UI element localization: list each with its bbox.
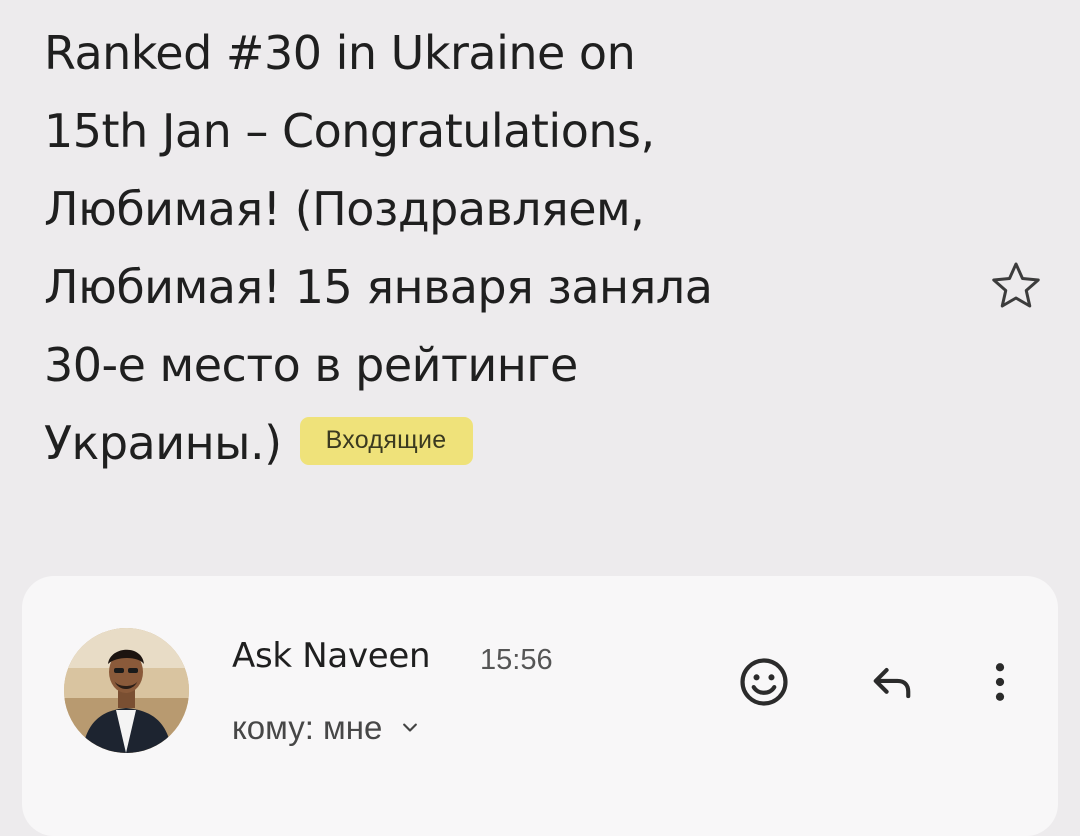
subject-line: Любимая! 15 января заняла [44, 260, 713, 314]
inbox-label-chip[interactable]: Входящие [299, 416, 473, 465]
more-vert-icon [995, 663, 1005, 701]
subject-line: 15th Jan – Congratulations, [44, 104, 655, 158]
more-options-button[interactable] [968, 650, 1032, 714]
subject-line: 30-е место в рейтинге [44, 338, 578, 392]
add-reaction-icon [740, 658, 788, 706]
email-subject: Ranked #30 in Ukraine on 15th Jan – Cong… [44, 14, 944, 482]
sender-name[interactable]: Ask Naveen [232, 634, 431, 678]
reply-button[interactable] [860, 650, 924, 714]
star-outline-icon[interactable] [986, 256, 1046, 316]
recipient-toggle[interactable]: кому: мне [232, 706, 420, 750]
subject-line: Ranked #30 in Ukraine on [44, 26, 636, 80]
add-reaction-button[interactable] [732, 650, 796, 714]
message-time: 15:56 [480, 644, 553, 676]
subject-last-line: Украины.) Входящие [44, 404, 944, 482]
recipient-text: кому: мне [232, 709, 383, 746]
sender-avatar[interactable] [64, 628, 189, 753]
subject-line: Любимая! (Поздравляем, [44, 182, 645, 236]
chevron-down-icon [403, 723, 418, 732]
message-card[interactable]: Ask Naveen 15:56 кому: мне [22, 576, 1058, 836]
reply-icon [873, 668, 911, 699]
subject-line: Украины.) [44, 416, 282, 470]
